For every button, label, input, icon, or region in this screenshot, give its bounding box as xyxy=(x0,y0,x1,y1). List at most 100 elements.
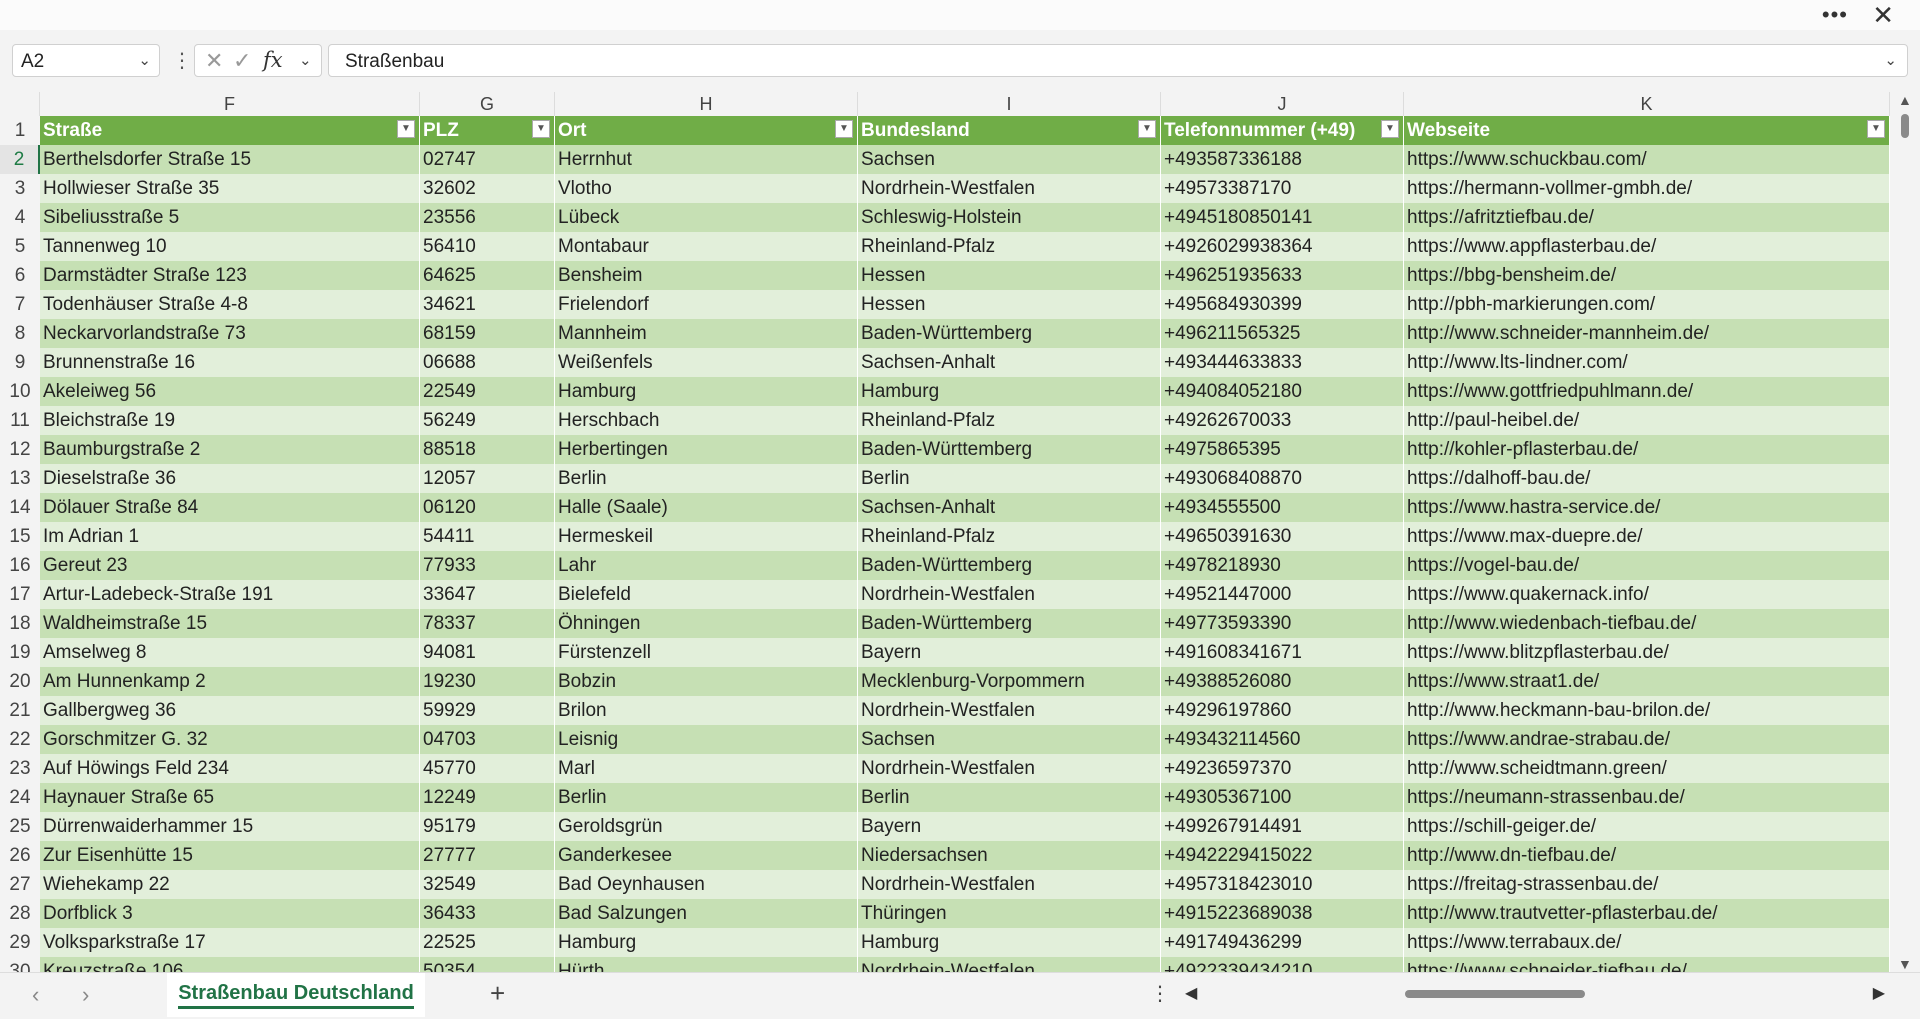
table-cell[interactable]: 94081 xyxy=(420,638,555,667)
row-header[interactable]: 18 xyxy=(0,609,40,638)
scroll-right-icon[interactable]: ▶ xyxy=(1873,983,1885,1003)
close-icon[interactable]: ✕ xyxy=(1872,0,1894,31)
row-header[interactable]: 24 xyxy=(0,783,40,812)
table-cell[interactable]: Baden-Württemberg xyxy=(858,435,1161,464)
table-cell[interactable]: 04703 xyxy=(420,725,555,754)
table-cell[interactable]: Hamburg xyxy=(555,377,858,406)
row-header[interactable]: 3 xyxy=(0,174,40,203)
table-cell[interactable]: 54411 xyxy=(420,522,555,551)
table-cell[interactable]: 50354 xyxy=(420,957,555,972)
table-cell[interactable]: +4934555500 xyxy=(1161,493,1404,522)
table-cell[interactable]: Mecklenburg-Vorpommern xyxy=(858,667,1161,696)
table-cell[interactable]: Ganderkesee xyxy=(555,841,858,870)
table-cell[interactable]: +495684930399 xyxy=(1161,290,1404,319)
table-cell[interactable]: Bleichstraße 19 xyxy=(40,406,420,435)
table-cell[interactable]: +4926029938364 xyxy=(1161,232,1404,261)
table-cell[interactable]: Berlin xyxy=(858,464,1161,493)
table-cell[interactable]: Frielendorf xyxy=(555,290,858,319)
table-cell[interactable]: http://www.heckmann-bau-brilon.de/ xyxy=(1404,696,1890,725)
chevron-down-icon[interactable]: ⌄ xyxy=(138,51,151,69)
table-cell[interactable]: +49521447000 xyxy=(1161,580,1404,609)
table-cell[interactable]: Schleswig-Holstein xyxy=(858,203,1161,232)
select-all-corner[interactable] xyxy=(0,92,40,116)
table-cell[interactable]: +49305367100 xyxy=(1161,783,1404,812)
row-header[interactable]: 21 xyxy=(0,696,40,725)
row-header[interactable]: 4 xyxy=(0,203,40,232)
table-cell[interactable]: Marl xyxy=(555,754,858,783)
column-header-f[interactable]: F xyxy=(40,92,420,116)
table-cell[interactable]: Hollwieser Straße 35 xyxy=(40,174,420,203)
row-header[interactable]: 17 xyxy=(0,580,40,609)
table-cell[interactable]: +496251935633 xyxy=(1161,261,1404,290)
table-cell[interactable]: 32549 xyxy=(420,870,555,899)
table-cell[interactable]: Kreuzstraße 106 xyxy=(40,957,420,972)
table-cell[interactable]: Dorfblick 3 xyxy=(40,899,420,928)
table-cell[interactable]: 19230 xyxy=(420,667,555,696)
table-cell[interactable]: Darmstädter Straße 123 xyxy=(40,261,420,290)
table-cell[interactable]: https://vogel-bau.de/ xyxy=(1404,551,1890,580)
table-cell[interactable]: Bayern xyxy=(858,638,1161,667)
row-header[interactable]: 11 xyxy=(0,406,40,435)
row-header[interactable]: 22 xyxy=(0,725,40,754)
table-cell[interactable]: Sachsen xyxy=(858,725,1161,754)
table-cell[interactable]: Berthelsdorfer Straße 15 xyxy=(40,145,420,174)
column-header-k[interactable]: K xyxy=(1404,92,1890,116)
table-cell[interactable]: 34621 xyxy=(420,290,555,319)
table-cell[interactable]: Nordrhein-Westfalen xyxy=(858,870,1161,899)
table-cell[interactable]: https://www.schuckbau.com/ xyxy=(1404,145,1890,174)
table-cell[interactable]: Mannheim xyxy=(555,319,858,348)
table-cell[interactable]: 68159 xyxy=(420,319,555,348)
table-cell[interactable]: 12249 xyxy=(420,783,555,812)
table-cell[interactable]: https://schill-geiger.de/ xyxy=(1404,812,1890,841)
column-header-h[interactable]: H xyxy=(555,92,858,116)
table-cell[interactable]: Bensheim xyxy=(555,261,858,290)
table-cell[interactable]: http://www.scheidtmann.green/ xyxy=(1404,754,1890,783)
table-cell[interactable]: Leisnig xyxy=(555,725,858,754)
table-cell[interactable]: Rheinland-Pfalz xyxy=(858,232,1161,261)
table-cell[interactable]: 36433 xyxy=(420,899,555,928)
table-header-cell[interactable]: Webseite ▼ xyxy=(1404,116,1890,145)
scroll-up-icon[interactable]: ▲ xyxy=(1898,92,1912,108)
column-header-i[interactable]: I xyxy=(858,92,1161,116)
check-icon[interactable]: ✓ xyxy=(233,48,251,74)
table-cell[interactable]: Herrnhut xyxy=(555,145,858,174)
table-cell[interactable]: Hamburg xyxy=(555,928,858,957)
scroll-thumb[interactable] xyxy=(1901,114,1909,138)
table-cell[interactable]: http://paul-heibel.de/ xyxy=(1404,406,1890,435)
table-cell[interactable]: Gereut 23 xyxy=(40,551,420,580)
table-cell[interactable]: +49262670033 xyxy=(1161,406,1404,435)
column-header-j[interactable]: J xyxy=(1161,92,1404,116)
row-header[interactable]: 29 xyxy=(0,928,40,957)
row-header[interactable]: 9 xyxy=(0,348,40,377)
table-cell[interactable]: https://www.appflasterbau.de/ xyxy=(1404,232,1890,261)
table-cell[interactable]: Nordrhein-Westfalen xyxy=(858,174,1161,203)
row-header[interactable]: 19 xyxy=(0,638,40,667)
table-cell[interactable]: https://www.andrae-strabau.de/ xyxy=(1404,725,1890,754)
table-cell[interactable]: 64625 xyxy=(420,261,555,290)
table-cell[interactable]: Sachsen xyxy=(858,145,1161,174)
table-cell[interactable]: +499267914491 xyxy=(1161,812,1404,841)
table-cell[interactable]: Fürstenzell xyxy=(555,638,858,667)
table-cell[interactable]: 56249 xyxy=(420,406,555,435)
table-cell[interactable]: Baden-Württemberg xyxy=(858,609,1161,638)
row-header[interactable]: 20 xyxy=(0,667,40,696)
table-cell[interactable]: Hermeskeil xyxy=(555,522,858,551)
chevron-right-icon[interactable]: › xyxy=(82,982,89,1008)
table-cell[interactable]: Amselweg 8 xyxy=(40,638,420,667)
table-header-cell[interactable]: PLZ ▼ xyxy=(420,116,555,145)
scroll-down-icon[interactable]: ▼ xyxy=(1898,956,1912,972)
chevron-down-icon[interactable]: ⌄ xyxy=(1884,51,1897,69)
row-header[interactable]: 10 xyxy=(0,377,40,406)
table-cell[interactable]: Wiehekamp 22 xyxy=(40,870,420,899)
table-cell[interactable]: Brilon xyxy=(555,696,858,725)
row-header[interactable]: 25 xyxy=(0,812,40,841)
table-cell[interactable]: +49650391630 xyxy=(1161,522,1404,551)
table-cell[interactable]: Lahr xyxy=(555,551,858,580)
table-cell[interactable]: Neckarvorlandstraße 73 xyxy=(40,319,420,348)
table-cell[interactable]: Vlotho xyxy=(555,174,858,203)
vertical-scrollbar[interactable]: ▲ ▼ xyxy=(1890,92,1920,972)
vertical-dots-icon[interactable]: ⋮ xyxy=(172,48,192,73)
table-cell[interactable]: Öhningen xyxy=(555,609,858,638)
table-cell[interactable]: Todenhäuser Straße 4-8 xyxy=(40,290,420,319)
table-cell[interactable]: Baumburgstraße 2 xyxy=(40,435,420,464)
